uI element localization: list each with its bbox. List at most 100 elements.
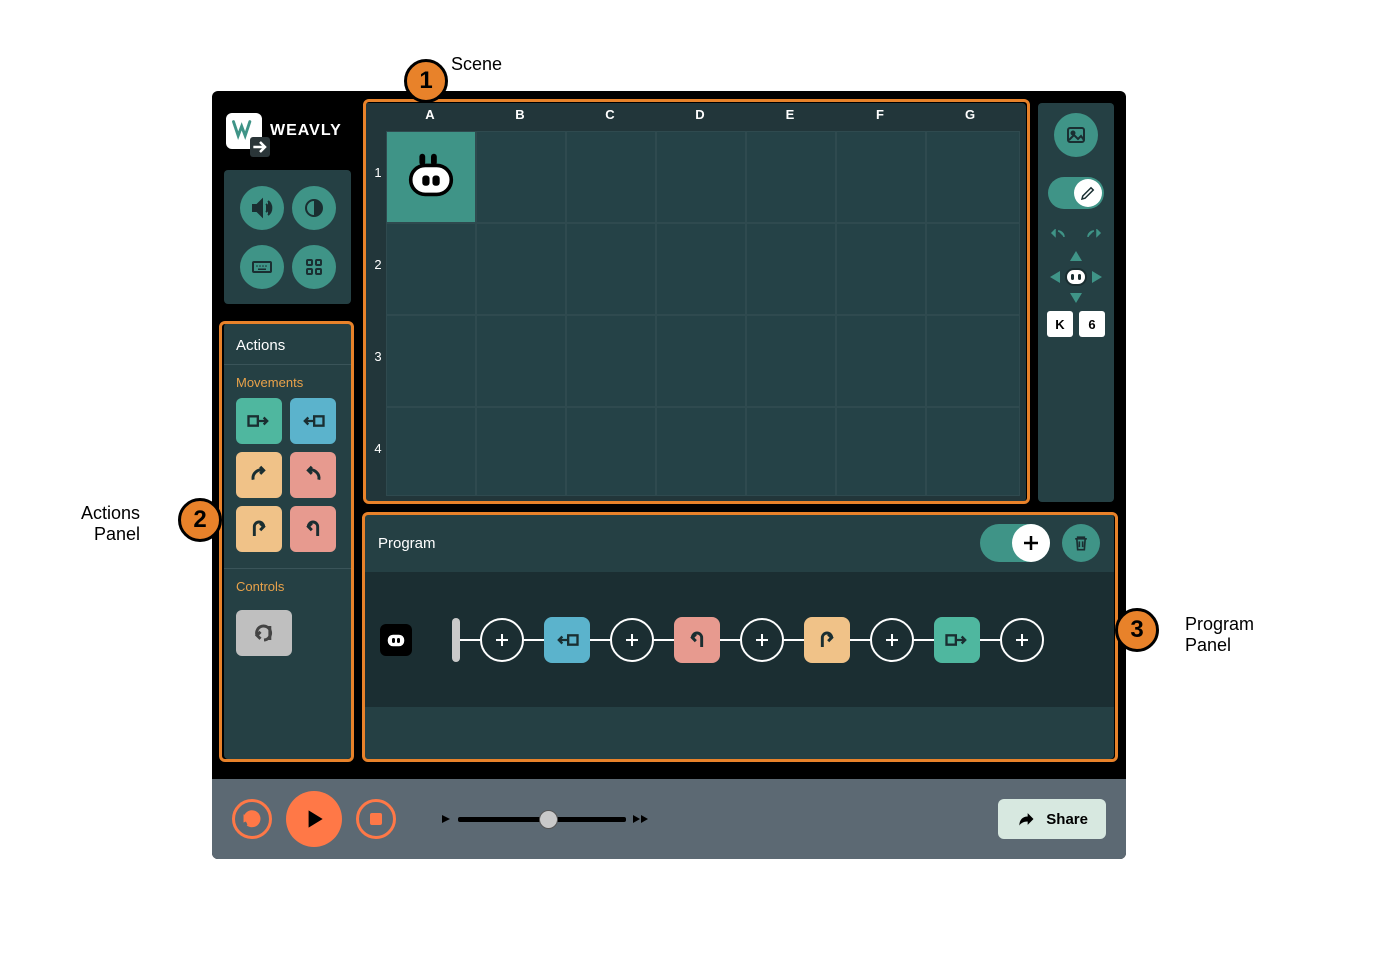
step-forward[interactable] [934,617,980,663]
grid-button[interactable] [292,245,336,289]
sidebar-settings [224,170,351,304]
turn-right-45-tile[interactable] [290,452,336,498]
annotation-actions-l1: Actions [81,503,140,524]
grid-cell[interactable] [656,407,746,496]
robot-cell-A1[interactable] [386,131,476,223]
grid-cell[interactable] [476,315,566,407]
coord-col-input[interactable]: K [1047,311,1073,337]
delete-button[interactable] [1062,524,1100,562]
callout-3: 3 [1115,608,1159,652]
turn-left-45-tile[interactable] [236,452,282,498]
col-G: G [926,107,1014,122]
col-C: C [566,107,654,122]
grid-cell[interactable] [476,131,566,223]
grid-cell[interactable] [746,315,836,407]
keyboard-button[interactable] [240,245,284,289]
program-title: Program [378,535,436,552]
brand-name: WEAVLY [270,122,342,140]
callout-3-text: 3 [1130,616,1143,644]
add-button[interactable] [1012,524,1050,562]
grid-cell[interactable] [926,223,1020,315]
actions-panel: Actions Movements Controls [224,323,351,759]
scene-grid[interactable] [386,131,1020,496]
logo-icon [226,113,262,149]
grid-cell[interactable] [386,315,476,407]
grid-cell[interactable] [566,407,656,496]
sequence-start-marker [452,618,460,662]
col-E: E [746,107,834,122]
grid-cell[interactable] [566,223,656,315]
grid-cell[interactable] [656,131,746,223]
background-button[interactable] [1054,113,1098,157]
share-button[interactable]: Share [998,799,1106,839]
dpad[interactable] [1046,247,1106,307]
step-turn-right[interactable] [674,617,720,663]
move-forward-tile[interactable] [236,398,282,444]
app-window: WEAVLY Actions Movements Controls A B C … [212,91,1126,859]
grid-cell[interactable] [566,131,656,223]
add-mode-toggle[interactable] [980,524,1050,562]
pen-toggle[interactable] [1048,177,1104,209]
row-3: 3 [370,349,386,364]
grid-cell[interactable] [926,315,1020,407]
grid-cell[interactable] [476,223,566,315]
grid-cell[interactable] [926,407,1020,496]
grid-cell[interactable] [746,131,836,223]
share-label: Share [1046,811,1088,828]
move-backward-tile[interactable] [290,398,336,444]
actions-title: Actions [224,333,351,365]
insert-slot[interactable] [610,618,654,662]
slider-thumb[interactable] [539,810,558,829]
grid-cell[interactable] [746,407,836,496]
redo-icon[interactable] [1085,229,1103,243]
audio-button[interactable] [240,186,284,230]
grid-cell[interactable] [566,315,656,407]
grid-cell[interactable] [656,223,746,315]
movements-label: Movements [224,365,351,398]
grid-cell[interactable] [746,223,836,315]
step-backward[interactable] [544,617,590,663]
speed-slider[interactable] [440,813,650,825]
grid-cell[interactable] [386,223,476,315]
annotation-program-label: Program Panel [1185,614,1254,656]
grid-cell[interactable] [836,223,926,315]
callout-1-text: 1 [419,67,432,95]
annotation-program-l2: Panel [1185,635,1254,656]
share-icon [1016,809,1036,829]
grid-cell[interactable] [476,407,566,496]
callout-2: 2 [178,498,222,542]
contrast-button[interactable] [292,186,336,230]
slider-track[interactable] [458,817,626,822]
annotation-program-l1: Program [1185,614,1254,635]
insert-slot[interactable] [480,618,524,662]
turn-left-90-tile[interactable] [236,506,282,552]
program-sequence [422,617,1044,663]
fast-icon [632,813,650,825]
insert-slot[interactable] [870,618,914,662]
grid-cell[interactable] [836,407,926,496]
loop-tile[interactable] [236,610,292,656]
insert-slot[interactable] [1000,618,1044,662]
controls-label: Controls [224,569,351,602]
col-F: F [836,107,924,122]
grid-cell[interactable] [836,315,926,407]
grid-cell[interactable] [656,315,746,407]
stop-button[interactable] [356,799,396,839]
callout-2-text: 2 [193,506,206,534]
insert-slot[interactable] [740,618,784,662]
step-turn-left[interactable] [804,617,850,663]
play-button[interactable] [286,791,342,847]
undo-icon[interactable] [1049,229,1067,243]
grid-cell[interactable] [926,131,1020,223]
refresh-button[interactable] [232,799,272,839]
coord-row-input[interactable]: 6 [1079,311,1105,337]
grid-cell[interactable] [386,407,476,496]
row-2: 2 [370,257,386,272]
coord-inputs: K 6 [1047,311,1105,337]
grid-cell[interactable] [836,131,926,223]
program-body [364,572,1114,707]
annotation-actions-l2: Panel [81,524,140,545]
annotation-scene-label: Scene [451,54,502,75]
program-header: Program [364,514,1114,572]
turn-right-90-tile[interactable] [290,506,336,552]
